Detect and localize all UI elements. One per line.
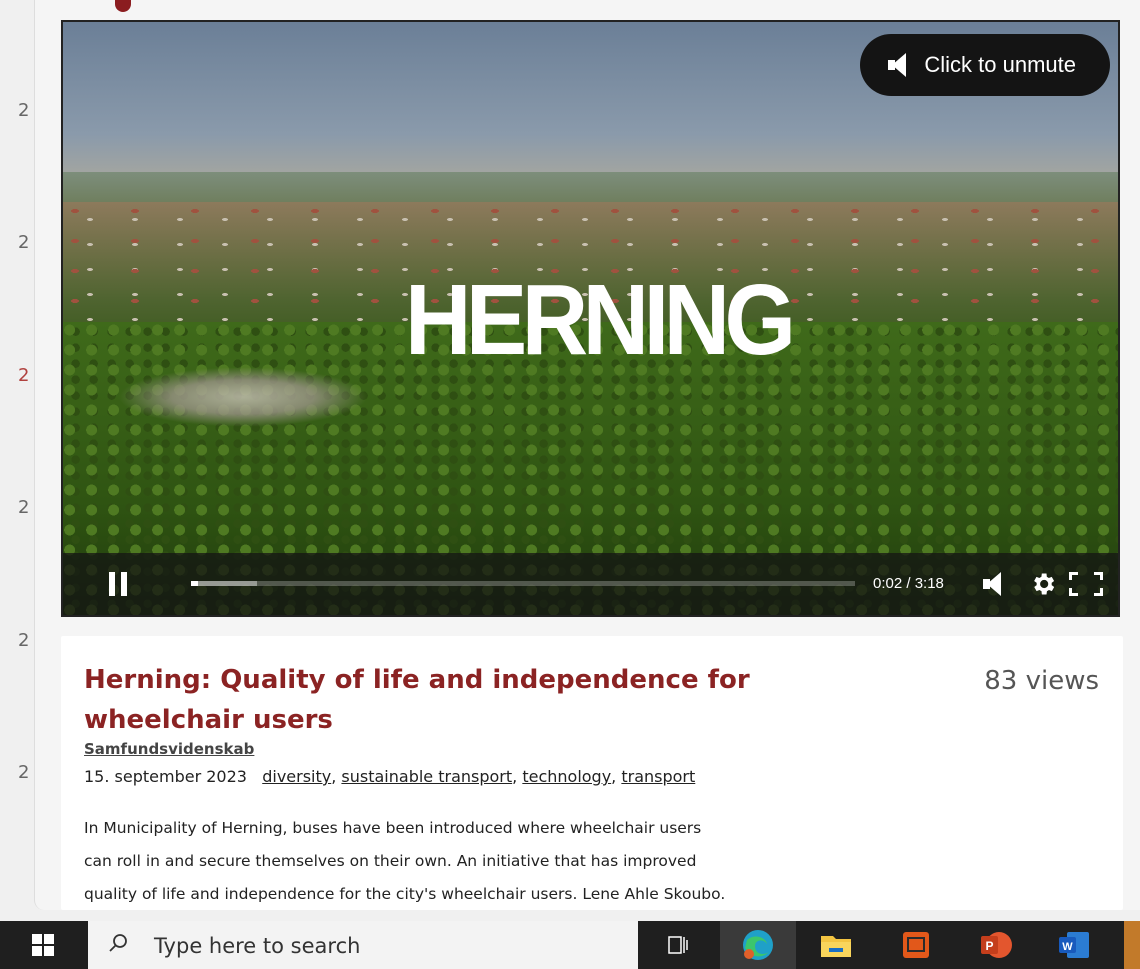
left-number: 2 bbox=[18, 232, 30, 253]
video-controls: 0:02 / 3:18 bbox=[63, 553, 1118, 615]
description-line: can roll in and secure themselves on the… bbox=[84, 852, 697, 870]
unmute-label: Click to unmute bbox=[924, 52, 1076, 77]
taskbar: Type here to search P W bbox=[0, 921, 1140, 969]
settings-gear-icon[interactable] bbox=[1029, 570, 1057, 598]
windows-start-icon[interactable] bbox=[32, 934, 54, 956]
speaker-icon bbox=[888, 53, 907, 77]
taskbar-search[interactable]: Type here to search bbox=[88, 921, 638, 969]
left-number: 2 bbox=[18, 497, 30, 518]
left-number: 2 bbox=[18, 630, 30, 651]
left-number: 2 bbox=[18, 365, 30, 386]
left-sidebar-strip: 2 2 2 2 2 2 bbox=[0, 0, 34, 910]
edge-browser-icon[interactable] bbox=[740, 927, 776, 963]
tag-link[interactable]: transport bbox=[621, 767, 695, 786]
progress-bar[interactable] bbox=[191, 581, 855, 586]
task-view-icon[interactable] bbox=[660, 927, 696, 963]
word-icon[interactable]: W bbox=[1056, 927, 1092, 963]
buffer-fill bbox=[191, 581, 258, 586]
timecode: 0:02 / 3:18 bbox=[873, 575, 944, 592]
tag-link[interactable]: technology bbox=[522, 767, 611, 786]
svg-text:P: P bbox=[985, 939, 993, 953]
video-info-card: Herning: Quality of life and independenc… bbox=[61, 636, 1123, 910]
app-icon-edge-partial[interactable] bbox=[1124, 921, 1140, 969]
video-description: In Municipality of Herning, buses have b… bbox=[84, 812, 824, 910]
video-settlement bbox=[118, 367, 368, 427]
search-placeholder: Type here to search bbox=[154, 934, 361, 958]
volume-icon[interactable] bbox=[983, 572, 1001, 596]
description-line: quality of life and independence for the… bbox=[84, 885, 726, 903]
tag-link[interactable]: diversity bbox=[262, 767, 331, 786]
pause-button[interactable] bbox=[109, 572, 127, 596]
video-title-overlay: HERNING bbox=[405, 264, 796, 376]
fullscreen-icon[interactable] bbox=[1069, 572, 1103, 596]
left-number: 2 bbox=[18, 100, 30, 121]
search-icon bbox=[109, 934, 127, 952]
red-indicator-dot bbox=[115, 0, 131, 12]
category-link[interactable]: Samfundsvidenskab bbox=[84, 740, 254, 758]
unmute-button[interactable]: Click to unmute bbox=[860, 34, 1110, 96]
powerpoint-icon[interactable]: P bbox=[978, 927, 1014, 963]
file-explorer-icon[interactable] bbox=[818, 927, 854, 963]
video-title: Herning: Quality of life and independenc… bbox=[84, 665, 750, 735]
view-count: 83 views bbox=[984, 666, 1099, 696]
left-number: 2 bbox=[18, 762, 30, 783]
tag-link[interactable]: sustainable transport bbox=[341, 767, 512, 786]
description-line: In Municipality of Herning, buses have b… bbox=[84, 819, 702, 837]
publish-date: 15. september 2023 bbox=[84, 767, 247, 786]
video-meta: 15. september 2023 diversity, sustainabl… bbox=[84, 767, 696, 786]
slides-app-icon[interactable] bbox=[898, 927, 934, 963]
svg-text:W: W bbox=[1062, 941, 1073, 953]
video-player[interactable]: HERNING Click to unmute 0:02 / 3:18 bbox=[61, 20, 1120, 617]
